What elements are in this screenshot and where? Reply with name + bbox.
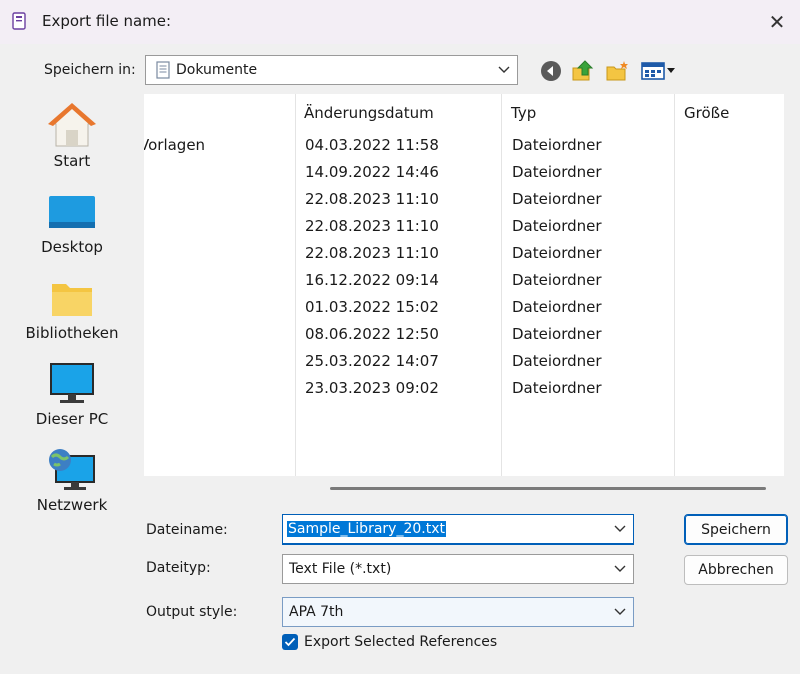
view-menu-button[interactable]: [640, 58, 678, 84]
row-type: Dateiordner: [512, 379, 602, 397]
row-type: Dateiordner: [512, 190, 602, 208]
title-bar: Export file name: ✕: [0, 0, 800, 44]
up-folder-icon: [572, 60, 594, 81]
filename-combo[interactable]: Sample_Library_20.txt: [282, 514, 634, 545]
row-type: Dateiordner: [512, 136, 602, 154]
row-type: Dateiordner: [512, 163, 602, 181]
filename-input[interactable]: Sample_Library_20.txt: [283, 521, 607, 537]
table-row[interactable]: Vorlagen 04.03.2022 11:58 Dateiordner: [144, 132, 784, 159]
output-style-combo[interactable]: APA 7th: [282, 597, 634, 627]
row-date: 14.09.2022 14:46: [305, 163, 439, 181]
checkmark-icon: [284, 637, 296, 647]
place-desktop[interactable]: Desktop: [0, 188, 144, 256]
chevron-down-icon: [491, 66, 517, 74]
back-button[interactable]: [538, 58, 564, 84]
output-style-value: APA 7th: [289, 604, 344, 620]
look-in-label: Speichern in:: [44, 62, 136, 78]
place-label: Desktop: [41, 238, 103, 256]
row-type: Dateiordner: [512, 271, 602, 289]
table-row[interactable]: 08.06.2022 12:50 Dateiordner: [144, 321, 784, 348]
place-libraries[interactable]: Bibliotheken: [0, 274, 144, 342]
filename-label-text: Dateiname:: [146, 522, 228, 538]
places-bar: Start Desktop Bibliotheken Dieser PC Net…: [0, 92, 144, 536]
filetype-label: Dateityp:: [146, 560, 211, 576]
libraries-icon: [46, 274, 98, 320]
row-date: 25.03.2022 14:07: [305, 352, 439, 370]
filename-value: Sample_Library_20.txt: [287, 521, 446, 537]
export-selected-label: Export Selected References: [304, 634, 498, 650]
network-icon: [46, 446, 98, 492]
place-label: Dieser PC: [35, 410, 109, 428]
column-header-type[interactable]: Typ: [511, 104, 536, 122]
place-label: Bibliotheken: [25, 324, 119, 342]
row-name: Vorlagen: [144, 136, 206, 154]
row-date: 22.08.2023 11:10: [305, 190, 439, 208]
table-row[interactable]: 14.09.2022 14:46 Dateiordner: [144, 159, 784, 186]
table-row[interactable]: 22.08.2023 11:10 Dateiordner: [144, 240, 784, 267]
this-pc-icon: [46, 360, 98, 406]
close-icon: ✕: [768, 10, 786, 34]
save-button[interactable]: Speichern: [684, 514, 788, 545]
table-row[interactable]: 22.08.2023 11:10 Dateiordner: [144, 186, 784, 213]
filetype-value: Text File (*.txt): [289, 561, 392, 577]
window-title: Export file name:: [42, 12, 172, 30]
place-label: Start: [53, 152, 91, 170]
row-type: Dateiordner: [512, 217, 602, 235]
save-button-label: Speichern: [701, 521, 771, 538]
column-header-date[interactable]: Änderungsdatum: [304, 104, 434, 122]
back-icon: [541, 61, 561, 81]
desktop-icon: [46, 188, 98, 234]
file-list[interactable]: Änderungsdatum Typ Größe Vorlagen 04.03.…: [144, 94, 784, 476]
place-label: Netzwerk: [36, 496, 108, 514]
row-type: Dateiordner: [512, 298, 602, 316]
place-network[interactable]: Netzwerk: [0, 446, 144, 514]
row-type: Dateiordner: [512, 325, 602, 343]
row-type: Dateiordner: [512, 244, 602, 262]
look-in-combo[interactable]: Dokumente: [145, 55, 518, 85]
row-date: 22.08.2023 11:10: [305, 244, 439, 262]
app-icon: [12, 12, 26, 30]
table-row[interactable]: 25.03.2022 14:07 Dateiordner: [144, 348, 784, 375]
export-selected-option[interactable]: Export Selected References: [282, 634, 497, 650]
cancel-button-label: Abbrechen: [698, 562, 774, 578]
place-start[interactable]: Start: [0, 102, 144, 170]
documents-icon: [156, 61, 170, 79]
row-date: 08.06.2022 12:50: [305, 325, 439, 343]
export-selected-checkbox[interactable]: [282, 634, 298, 650]
row-date: 04.03.2022 11:58: [305, 136, 439, 154]
up-folder-button[interactable]: [570, 58, 596, 84]
chevron-down-icon: [607, 608, 633, 616]
row-type: Dateiordner: [512, 352, 602, 370]
new-folder-button[interactable]: [604, 58, 630, 84]
table-row[interactable]: 22.08.2023 11:10 Dateiordner: [144, 213, 784, 240]
home-icon: [46, 102, 98, 148]
close-button[interactable]: ✕: [760, 6, 794, 38]
horizontal-scrollbar[interactable]: [330, 487, 766, 490]
look-in-value: Dokumente: [176, 62, 258, 78]
new-folder-icon: [606, 61, 628, 81]
chevron-down-icon[interactable]: [607, 525, 633, 533]
cancel-button[interactable]: Abbrechen: [684, 555, 788, 585]
filename-label: Dateiname:: [146, 522, 228, 538]
table-row[interactable]: 23.03.2023 09:02 Dateiordner: [144, 375, 784, 402]
row-date: 23.03.2023 09:02: [305, 379, 439, 397]
filetype-combo[interactable]: Text File (*.txt): [282, 554, 634, 584]
table-row[interactable]: 16.12.2022 09:14 Dateiordner: [144, 267, 784, 294]
column-header-size[interactable]: Größe: [684, 104, 729, 122]
row-date: 16.12.2022 09:14: [305, 271, 439, 289]
row-date: 01.03.2022 15:02: [305, 298, 439, 316]
table-row[interactable]: 01.03.2022 15:02 Dateiordner: [144, 294, 784, 321]
place-this-pc[interactable]: Dieser PC: [0, 360, 144, 428]
view-menu-icon: [641, 62, 675, 80]
row-date: 22.08.2023 11:10: [305, 217, 439, 235]
output-style-label: Output style:: [146, 604, 238, 620]
chevron-down-icon: [607, 565, 633, 573]
